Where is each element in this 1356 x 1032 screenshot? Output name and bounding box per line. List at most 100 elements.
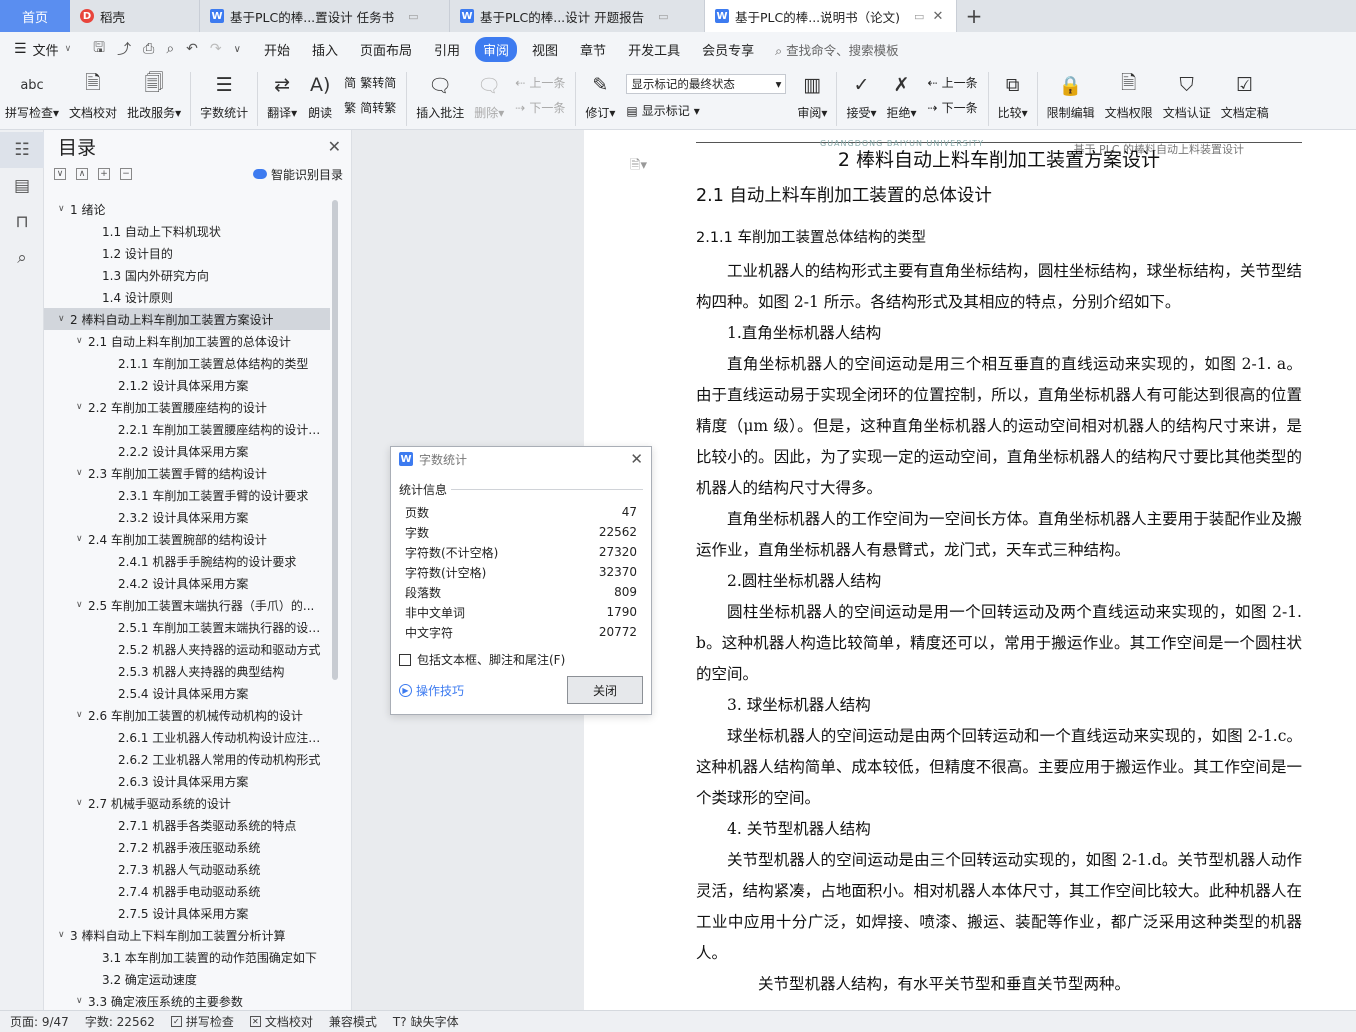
- next-change-button[interactable]: ⇢ 下一条: [928, 99, 978, 116]
- toc-item[interactable]: 2.7.1 机器手各类驱动系统的特点: [44, 814, 330, 836]
- doc-final-button[interactable]: ☑ 文档定稿: [1216, 70, 1274, 121]
- command-search[interactable]: ⌕ 查找命令、搜索模板: [775, 40, 899, 59]
- toc-item[interactable]: 2.1.1 车削加工装置总体结构的类型: [44, 352, 330, 374]
- toc-item[interactable]: 2.7.4 机器手电动驱动系统: [44, 880, 330, 902]
- toc-item[interactable]: 2.1.2 设计具体采用方案: [44, 374, 330, 396]
- toc-item[interactable]: 2.5.3 机器人夹持器的典型结构: [44, 660, 330, 682]
- chevron-down-icon[interactable]: ∨: [76, 710, 88, 720]
- doc-rights-button[interactable]: 🗎 文档权限: [1100, 70, 1158, 121]
- toc-scrollbar[interactable]: [332, 200, 338, 680]
- toc-item[interactable]: 2.4.2 设计具体采用方案: [44, 572, 330, 594]
- menu-start[interactable]: 开始: [253, 37, 301, 62]
- toc-item[interactable]: ∨ 2.5 车削加工装置末端执行器（手爪）的...: [44, 594, 330, 616]
- toc-icon[interactable]: ☷: [0, 132, 44, 168]
- markup-display-select[interactable]: 显示标记的最终状态 ▾: [626, 74, 787, 94]
- tab-home[interactable]: 首页: [0, 0, 70, 32]
- toc-item[interactable]: 2.4.1 机器手手腕结构的设计要求: [44, 550, 330, 572]
- chevron-down-icon[interactable]: ∨: [76, 798, 88, 808]
- screen-icon[interactable]: ▭: [914, 10, 924, 23]
- read-aloud-button[interactable]: A) 朗读: [302, 70, 338, 121]
- word-count-indicator[interactable]: 字数: 22562: [85, 1013, 155, 1030]
- batch-service-button[interactable]: 🗐 批改服务▾: [122, 70, 186, 121]
- smart-toc-button[interactable]: 智能识别目录: [252, 166, 343, 183]
- file-menu[interactable]: ☰ 文件 ∨: [0, 40, 81, 59]
- menu-chapter[interactable]: 章节: [569, 37, 617, 62]
- toc-item[interactable]: 2.6.3 设计具体采用方案: [44, 770, 330, 792]
- toc-item[interactable]: 1.3 国内外研究方向: [44, 264, 330, 286]
- tab-thesis-doc[interactable]: W 基于PLC的棒...说明书（论文) ▭ ✕: [705, 0, 957, 32]
- restrict-edit-button[interactable]: 🔒 限制编辑: [1042, 70, 1100, 121]
- chevron-down-icon[interactable]: ∨: [58, 930, 70, 940]
- print-preview-icon[interactable]: ⌕: [166, 41, 174, 57]
- undo-icon[interactable]: ↶: [186, 41, 198, 57]
- toc-item[interactable]: ∨ 2.7 机械手驱动系统的设计: [44, 792, 330, 814]
- chevron-down-icon[interactable]: ∨: [76, 468, 88, 478]
- toc-item[interactable]: 1.1 自动上下料机现状: [44, 220, 330, 242]
- export-icon[interactable]: ⤴: [117, 39, 131, 59]
- page-indicator[interactable]: 页面: 9/47: [10, 1013, 69, 1030]
- word-count-button[interactable]: ☰ 字数统计: [195, 70, 253, 121]
- toc-item[interactable]: ∨ 3.3 确定液压系统的主要参数: [44, 990, 330, 1012]
- delete-comment-button[interactable]: 🗨 删除▾: [469, 70, 509, 121]
- redo-icon[interactable]: ↷: [210, 41, 222, 57]
- menu-member[interactable]: 会员专享: [691, 37, 765, 62]
- prev-comment-button[interactable]: ⇠ 上一条: [515, 74, 565, 91]
- next-comment-button[interactable]: ⇢ 下一条: [515, 99, 565, 116]
- screen-icon[interactable]: ▭: [658, 10, 668, 23]
- toc-item[interactable]: 2.5.4 设计具体采用方案: [44, 682, 330, 704]
- toc-item[interactable]: 2.6.2 工业机器人常用的传动机构形式: [44, 748, 330, 770]
- show-markup-button[interactable]: ▤ 显示标记 ▾: [626, 102, 786, 119]
- tips-link[interactable]: ▶ 操作技巧: [399, 682, 464, 699]
- insert-comment-button[interactable]: 🗨 插入批注: [411, 70, 469, 121]
- checkbox[interactable]: [399, 653, 411, 666]
- remove-heading-icon[interactable]: −: [120, 168, 132, 180]
- reject-button[interactable]: ✗ 拒绝▾: [881, 70, 921, 121]
- menu-developer[interactable]: 开发工具: [617, 37, 691, 62]
- toc-item[interactable]: 2.6.1 工业机器人传动机构设计应注意...: [44, 726, 330, 748]
- chevron-down-icon[interactable]: ∨: [76, 534, 88, 544]
- revise-button[interactable]: ✎ 修订▾: [580, 70, 620, 121]
- toc-item[interactable]: ∨ 3 棒料自动上下料车削加工装置分析计算: [44, 924, 330, 946]
- menu-page-layout[interactable]: 页面布局: [349, 37, 423, 62]
- toc-item[interactable]: 1.4 设计原则: [44, 286, 330, 308]
- menu-insert[interactable]: 插入: [301, 37, 349, 62]
- toc-item[interactable]: ∨ 2.6 车削加工装置的机械传动机构的设计: [44, 704, 330, 726]
- toc-item[interactable]: 2.2.1 车削加工装置腰座结构的设计要...: [44, 418, 330, 440]
- document-page[interactable]: 🗎▾ GUANGDONG BAIYUN UNIVERSITY 基于 PLC 的棒…: [584, 130, 1356, 1010]
- missing-font-button[interactable]: T? 缺失字体: [393, 1013, 459, 1030]
- collapse-all-icon[interactable]: ∨: [54, 168, 66, 180]
- chevron-down-icon[interactable]: ∨: [76, 402, 88, 412]
- toc-item[interactable]: 2.7.5 设计具体采用方案: [44, 902, 330, 924]
- search-icon[interactable]: ⌕: [0, 240, 44, 276]
- trad-to-simp-button[interactable]: 简繁转简: [344, 74, 396, 91]
- page-options-icon[interactable]: 🗎▾: [630, 156, 647, 178]
- menu-review[interactable]: 审阅: [475, 36, 518, 62]
- prev-change-button[interactable]: ⇠ 上一条: [928, 74, 978, 91]
- toc-item[interactable]: ∨ 2.4 车削加工装置腕部的结构设计: [44, 528, 330, 550]
- simp-to-trad-button[interactable]: 繁简转繁: [344, 99, 396, 116]
- toc-item[interactable]: ∨ 2 棒料自动上料车削加工装置方案设计: [44, 308, 330, 330]
- menu-references[interactable]: 引用: [423, 37, 471, 62]
- close-icon[interactable]: ✕: [630, 450, 643, 468]
- print-icon[interactable]: ⎙: [143, 41, 154, 57]
- toc-item[interactable]: ∨ 2.2 车削加工装置腰座结构的设计: [44, 396, 330, 418]
- doc-cert-button[interactable]: ⛉ 文档认证: [1158, 70, 1216, 121]
- toc-item[interactable]: 3.1 本车削加工装置的动作范围确定如下: [44, 946, 330, 968]
- toc-item[interactable]: 2.5.2 机器人夹持器的运动和驱动方式: [44, 638, 330, 660]
- bookmark-icon[interactable]: ⊓: [0, 204, 44, 240]
- close-icon[interactable]: ✕: [932, 9, 943, 24]
- toc-item[interactable]: 2.5.1 车削加工装置末端执行器的设计...: [44, 616, 330, 638]
- toc-item[interactable]: 2.2.2 设计具体采用方案: [44, 440, 330, 462]
- toc-item[interactable]: 2.3.1 车削加工装置手臂的设计要求: [44, 484, 330, 506]
- toc-item[interactable]: 3.2 确定运动速度: [44, 968, 330, 990]
- tab-task-doc[interactable]: W 基于PLC的棒...置设计 任务书 ▭: [200, 0, 450, 32]
- translate-button[interactable]: ⇄ 翻译▾: [262, 70, 302, 121]
- spell-check-toggle[interactable]: ✓ 拼写检查: [170, 1013, 234, 1030]
- expand-up-icon[interactable]: ∧: [76, 168, 88, 180]
- add-tab-icon[interactable]: +: [957, 0, 991, 32]
- chevron-down-icon[interactable]: ∨: [76, 996, 88, 1006]
- tab-proposal-doc[interactable]: W 基于PLC的棒...设计 开题报告 ▭: [450, 0, 705, 32]
- add-heading-icon[interactable]: +: [98, 168, 110, 180]
- toc-item[interactable]: ∨ 2.1 自动上料车削加工装置的总体设计: [44, 330, 330, 352]
- chevron-down-icon[interactable]: ∨: [58, 204, 70, 214]
